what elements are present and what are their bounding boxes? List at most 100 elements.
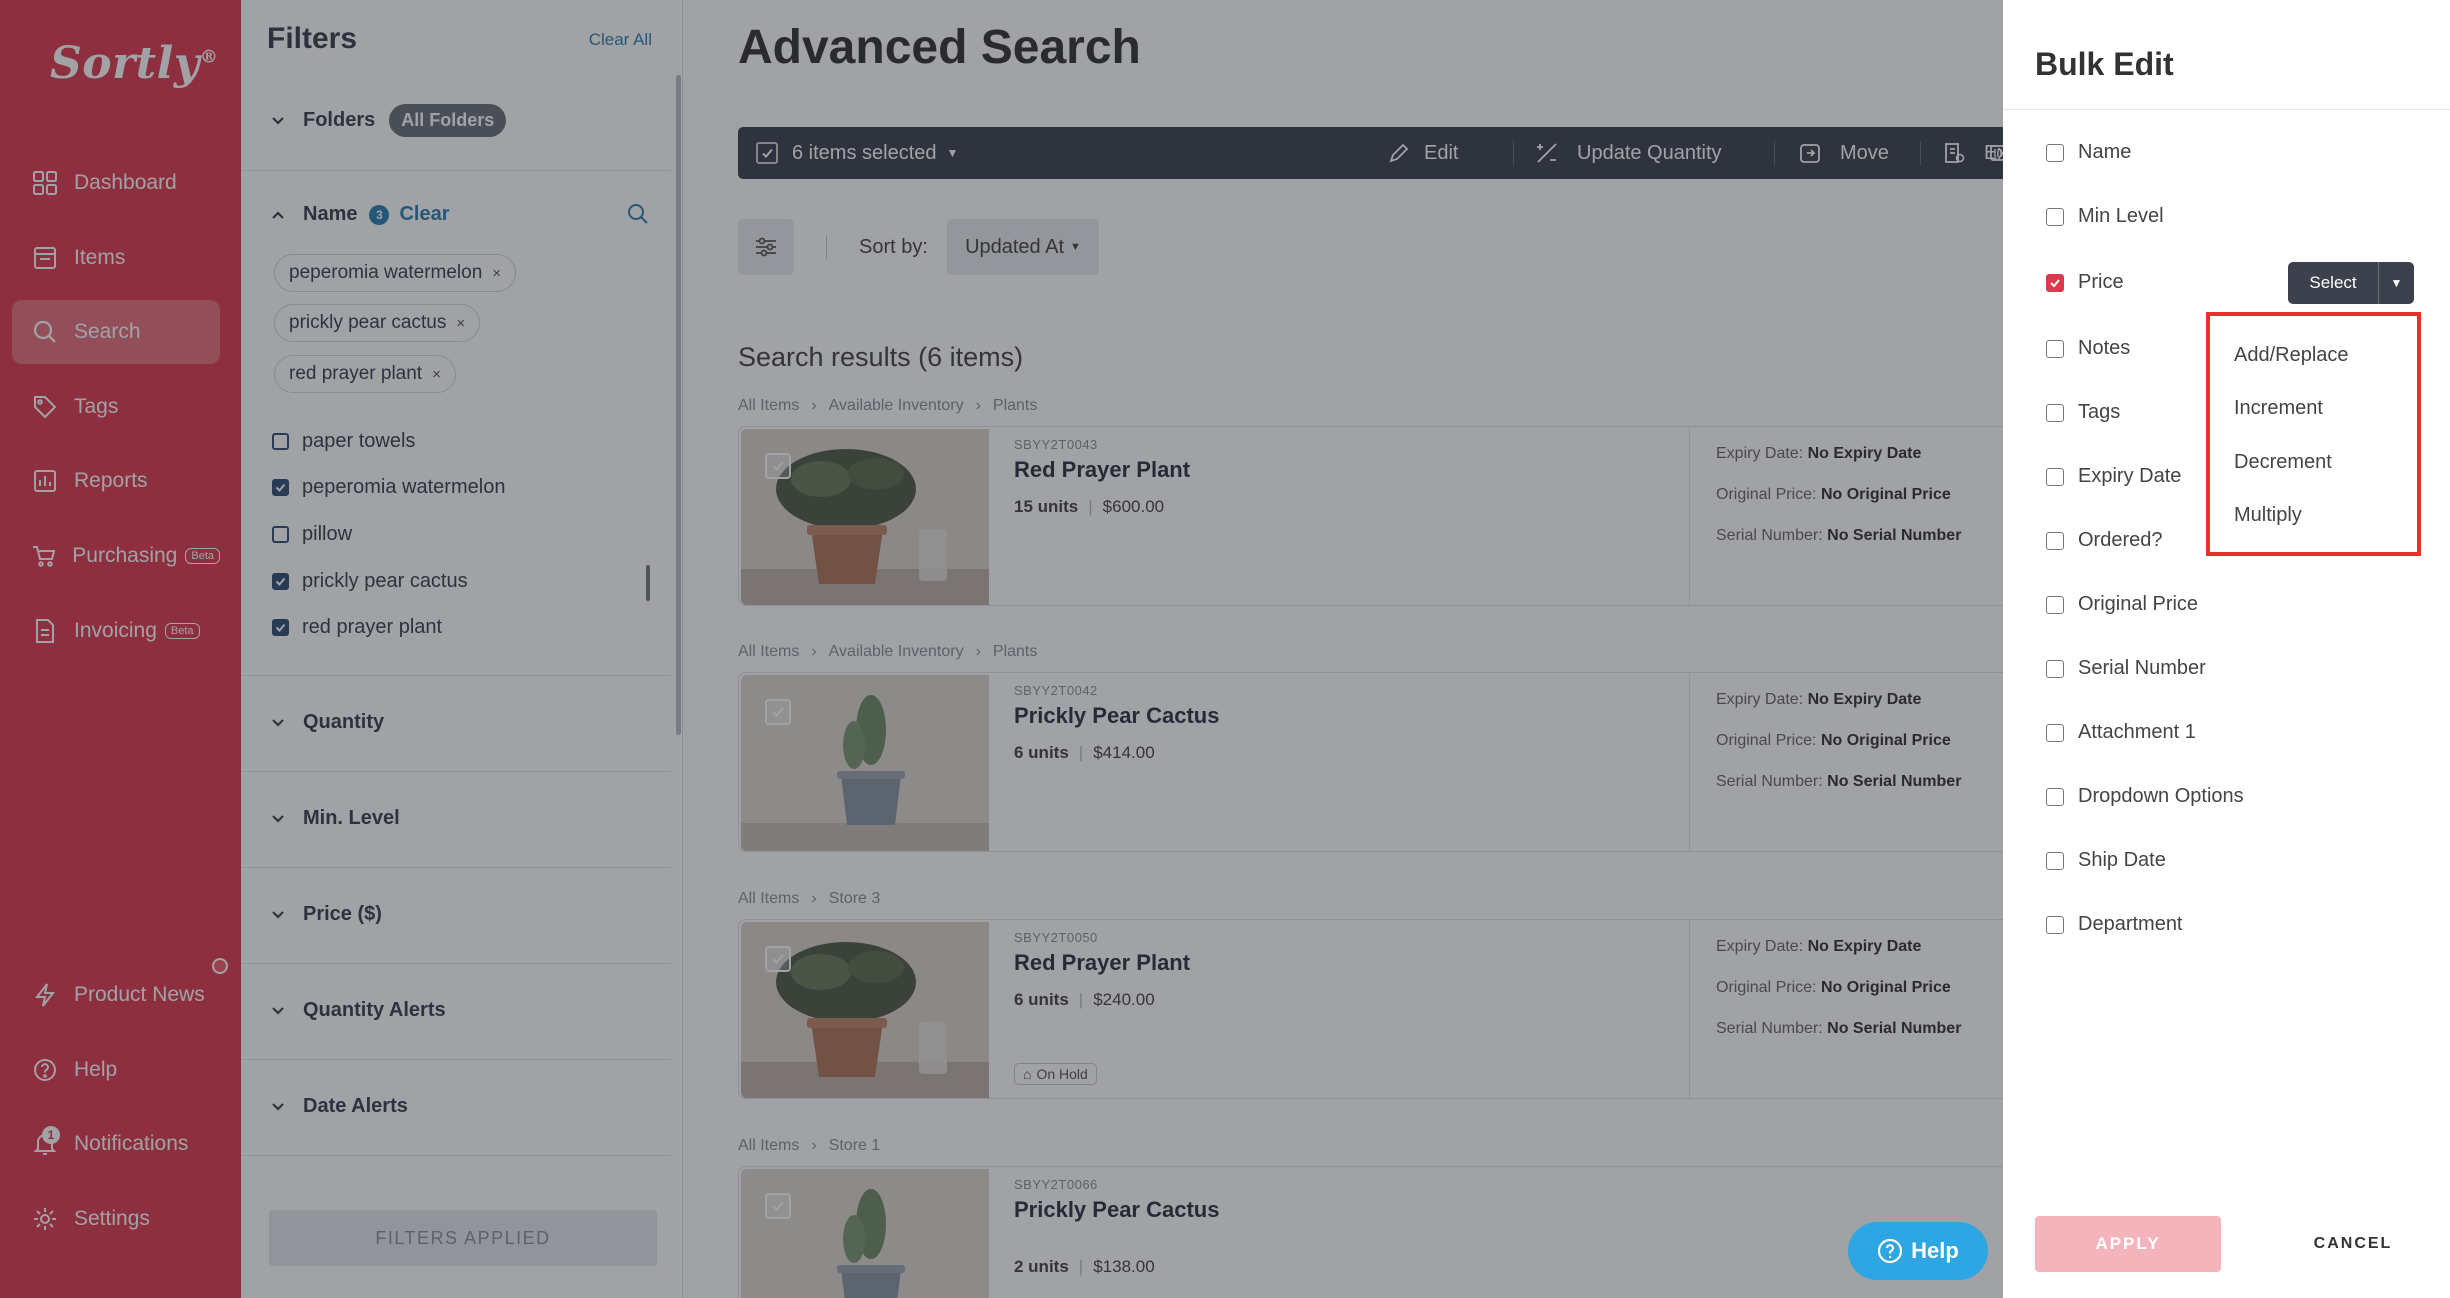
name-chip[interactable]: red prayer plant × bbox=[274, 355, 456, 393]
breadcrumb-item[interactable]: Available Inventory bbox=[829, 643, 964, 660]
update-quantity-button[interactable]: Update Quantity bbox=[1535, 127, 1722, 179]
field-attachment-1[interactable]: Attachment 1 bbox=[2046, 721, 2196, 744]
folders-header[interactable]: Folders All Folders bbox=[271, 104, 507, 137]
nav-dashboard[interactable]: Dashboard bbox=[12, 151, 220, 215]
search-icon[interactable] bbox=[627, 203, 649, 225]
selection-dropdown[interactable]: 6 items selected ▼ bbox=[756, 127, 958, 179]
name-option[interactable]: red prayer plant bbox=[272, 616, 442, 639]
field-price[interactable]: Price bbox=[2046, 271, 2124, 294]
checkbox-checked[interactable] bbox=[756, 142, 778, 164]
checkbox-checked[interactable] bbox=[272, 479, 289, 496]
help-button[interactable]: Help bbox=[1848, 1222, 1988, 1280]
filters-applied-button[interactable]: FILTERS APPLIED bbox=[269, 1210, 657, 1266]
checkbox[interactable] bbox=[2046, 339, 2064, 358]
item-name[interactable]: Red Prayer Plant bbox=[1014, 950, 1190, 976]
breadcrumb-item[interactable]: All Items bbox=[738, 643, 799, 660]
field-serial-number[interactable]: Serial Number bbox=[2046, 657, 2206, 680]
nav-help[interactable]: Help bbox=[12, 1038, 220, 1102]
name-chip[interactable]: prickly pear cactus × bbox=[274, 304, 481, 342]
checkbox[interactable] bbox=[2046, 787, 2064, 806]
nav-settings[interactable]: Settings bbox=[12, 1187, 220, 1251]
price-action-select[interactable]: Select ▼ bbox=[2288, 262, 2414, 304]
breadcrumb-item[interactable]: All Items bbox=[738, 890, 799, 907]
checkbox[interactable] bbox=[2046, 851, 2064, 870]
cancel-button[interactable]: CANCEL bbox=[2293, 1216, 2413, 1272]
breadcrumb-item[interactable]: Store 3 bbox=[829, 890, 881, 907]
item-name[interactable]: Prickly Pear Cactus bbox=[1014, 1197, 1219, 1223]
breadcrumb-item[interactable]: All Items bbox=[738, 1137, 799, 1154]
checkbox[interactable] bbox=[2046, 467, 2064, 486]
checkbox[interactable] bbox=[2046, 403, 2064, 422]
checkbox[interactable] bbox=[2046, 659, 2064, 678]
breadcrumb-item[interactable]: Plants bbox=[993, 643, 1037, 660]
move-button[interactable]: Move bbox=[1798, 127, 1889, 179]
all-folders-pill[interactable]: All Folders bbox=[389, 104, 507, 137]
checkbox[interactable] bbox=[272, 526, 289, 543]
option-multiply[interactable]: Multiply bbox=[2234, 504, 2302, 527]
tag-pill[interactable]: ⌂ On Hold bbox=[1014, 1063, 1097, 1085]
card-checkbox[interactable] bbox=[765, 699, 791, 725]
field-department[interactable]: Department bbox=[2046, 913, 2183, 936]
checkbox[interactable] bbox=[2046, 723, 2064, 742]
option-decrement[interactable]: Decrement bbox=[2234, 451, 2332, 474]
nav-reports[interactable]: Reports bbox=[12, 449, 220, 513]
checkbox[interactable] bbox=[2046, 207, 2064, 226]
quantity-section[interactable]: Quantity bbox=[241, 676, 671, 772]
item-card[interactable]: SBYY2T0043 Red Prayer Plant 15 units | $60… bbox=[738, 426, 2004, 607]
checkbox[interactable] bbox=[2046, 531, 2064, 550]
date-alerts-section[interactable]: Date Alerts bbox=[241, 1060, 671, 1156]
price-section[interactable]: Price ($) bbox=[241, 868, 671, 964]
item-name[interactable]: Red Prayer Plant bbox=[1014, 457, 1190, 483]
field-expiry-date[interactable]: Expiry Date bbox=[2046, 465, 2181, 488]
item-name[interactable]: Prickly Pear Cactus bbox=[1014, 703, 1219, 729]
checkbox[interactable] bbox=[2046, 595, 2064, 614]
options-scrollbar[interactable] bbox=[646, 565, 650, 601]
field-ordered[interactable]: Ordered? bbox=[2046, 529, 2163, 552]
filters-scrollbar[interactable] bbox=[676, 75, 681, 735]
option-increment[interactable]: Increment bbox=[2234, 397, 2323, 420]
checkbox[interactable] bbox=[2046, 915, 2064, 934]
card-checkbox[interactable] bbox=[765, 946, 791, 972]
checkbox-checked[interactable] bbox=[272, 619, 289, 636]
field-notes[interactable]: Notes bbox=[2046, 337, 2130, 360]
card-checkbox[interactable] bbox=[765, 453, 791, 479]
field-name[interactable]: Name bbox=[2046, 141, 2131, 164]
breadcrumb-item[interactable]: Store 1 bbox=[829, 1137, 881, 1154]
name-option[interactable]: prickly pear cactus bbox=[272, 570, 468, 593]
checkbox-checked[interactable] bbox=[2046, 273, 2064, 292]
breadcrumb-item[interactable]: Available Inventory bbox=[829, 397, 964, 414]
remove-chip-icon[interactable]: × bbox=[432, 366, 441, 383]
name-option[interactable]: peperomia watermelon bbox=[272, 476, 505, 499]
name-clear-link[interactable]: Clear bbox=[399, 203, 449, 226]
option-add-replace[interactable]: Add/Replace bbox=[2234, 344, 2349, 367]
sort-dropdown[interactable]: Updated At ▼ bbox=[947, 219, 1099, 275]
name-option[interactable]: pillow bbox=[272, 523, 352, 546]
item-card[interactable]: SBYY2T0066 Prickly Pear Cactus 2 units | $… bbox=[738, 1166, 2004, 1298]
item-card[interactable]: SBYY2T0042 Prickly Pear Cactus 6 units | $… bbox=[738, 672, 2004, 853]
checkbox[interactable] bbox=[272, 433, 289, 450]
breadcrumb-item[interactable]: Plants bbox=[993, 397, 1037, 414]
nav-notifications[interactable]: Notifications bbox=[12, 1112, 220, 1176]
checkbox-checked[interactable] bbox=[272, 573, 289, 590]
nav-purchasing[interactable]: Purchasing Beta bbox=[12, 524, 220, 588]
name-header[interactable]: Name 3 Clear bbox=[271, 203, 450, 226]
breadcrumb-item[interactable]: All Items bbox=[738, 397, 799, 414]
nav-items[interactable]: Items bbox=[12, 226, 220, 290]
sortly-logo[interactable]: Sortly® bbox=[50, 38, 218, 89]
field-ship-date[interactable]: Ship Date bbox=[2046, 849, 2166, 872]
nav-search[interactable]: Search bbox=[12, 300, 220, 364]
checkbox[interactable] bbox=[2046, 143, 2064, 162]
caret-down-icon[interactable]: ▼ bbox=[2378, 262, 2414, 304]
field-original-price[interactable]: Original Price bbox=[2046, 593, 2198, 616]
edit-button[interactable]: Edit bbox=[1388, 127, 1458, 179]
nav-product-news[interactable]: Product News bbox=[12, 963, 220, 1027]
card-checkbox[interactable] bbox=[765, 1193, 791, 1219]
nav-tags[interactable]: Tags bbox=[12, 375, 220, 439]
name-option[interactable]: paper towels bbox=[272, 430, 415, 453]
remove-chip-icon[interactable]: × bbox=[492, 265, 501, 282]
filter-settings-button[interactable] bbox=[738, 219, 794, 275]
field-dropdown-options[interactable]: Dropdown Options bbox=[2046, 785, 2244, 808]
field-min-level[interactable]: Min Level bbox=[2046, 205, 2164, 228]
item-card[interactable]: SBYY2T0050 Red Prayer Plant 6 units | $240… bbox=[738, 919, 2004, 1100]
name-chip[interactable]: peperomia watermelon × bbox=[274, 254, 517, 292]
